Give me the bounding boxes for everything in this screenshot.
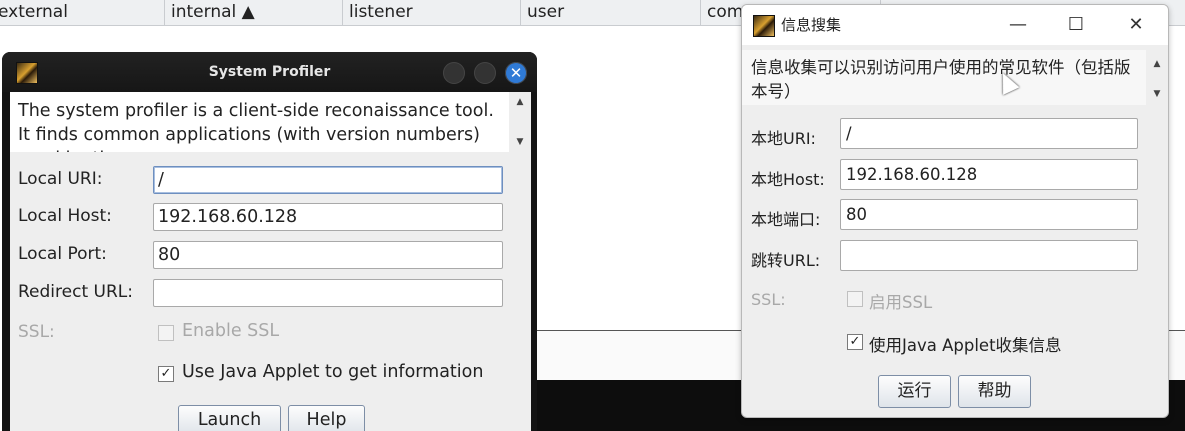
column-listener[interactable]: listener bbox=[343, 0, 521, 25]
cobalt-strike-icon bbox=[753, 15, 775, 37]
redirect-url-input-cn[interactable] bbox=[840, 240, 1138, 271]
description-scrollbar[interactable]: ▲ ▼ bbox=[509, 92, 531, 152]
column-external[interactable]: external bbox=[0, 0, 165, 25]
info-collect-dialog: 信息搜集 — ☐ ✕ 信息收集可以识别访问用户使用的常见软件（包括版本号） ▲ … bbox=[741, 4, 1169, 418]
description-text-cn: 信息收集可以识别访问用户使用的常见软件（包括版本号） bbox=[751, 58, 1131, 101]
local-host-input-cn[interactable]: 192.168.60.128 bbox=[840, 159, 1138, 190]
local-port-input[interactable]: 80 bbox=[153, 241, 503, 269]
scroll-down-icon[interactable]: ▼ bbox=[1146, 84, 1168, 104]
column-internal[interactable]: internal ▲ bbox=[165, 0, 343, 25]
scroll-up-icon[interactable]: ▲ bbox=[509, 92, 531, 112]
java-applet-checkbox[interactable]: ✓ bbox=[158, 366, 174, 382]
check-icon: ✓ bbox=[160, 366, 172, 381]
local-uri-input[interactable]: / bbox=[153, 166, 503, 194]
local-port-label: Local Port: bbox=[18, 244, 107, 264]
java-applet-label: Use Java Applet to get information bbox=[182, 362, 484, 382]
system-profiler-dialog: System Profiler ✕ The system profiler is… bbox=[2, 52, 537, 431]
dialog-titlebar-cn[interactable]: 信息搜集 — ☐ ✕ bbox=[742, 5, 1168, 45]
redirect-url-label: Redirect URL: bbox=[18, 282, 133, 302]
local-host-label: Local Host: bbox=[18, 206, 112, 226]
description-text: The system profiler is a client-side rec… bbox=[18, 101, 494, 152]
minimize-icon[interactable]: — bbox=[998, 5, 1038, 45]
ssl-label-cn: SSL: bbox=[751, 290, 786, 309]
enable-ssl-label: Enable SSL bbox=[182, 321, 280, 341]
local-uri-label-cn: 本地URI: bbox=[751, 129, 816, 148]
minimize-button[interactable] bbox=[443, 62, 465, 84]
dialog-titlebar[interactable]: System Profiler ✕ bbox=[2, 52, 537, 92]
close-icon[interactable]: ✕ bbox=[1116, 5, 1156, 45]
dialog-title-cn: 信息搜集 bbox=[781, 16, 842, 34]
close-button[interactable]: ✕ bbox=[505, 62, 527, 84]
help-button[interactable]: Help bbox=[288, 405, 365, 431]
scroll-up-icon[interactable]: ▲ bbox=[1146, 54, 1168, 74]
redirect-url-label-cn: 跳转URL: bbox=[751, 251, 821, 270]
description-scrollbar-cn[interactable]: ▲ ▼ bbox=[1146, 50, 1168, 105]
enable-ssl-checkbox[interactable] bbox=[158, 325, 174, 341]
description-text-area-cn[interactable]: 信息收集可以识别访问用户使用的常见软件（包括版本号） bbox=[742, 50, 1168, 105]
java-applet-label-cn: 使用Java Applet收集信息 bbox=[869, 336, 1062, 355]
redirect-url-input[interactable] bbox=[153, 279, 503, 307]
column-user[interactable]: user bbox=[521, 0, 701, 25]
run-button[interactable]: 运行 bbox=[878, 375, 951, 408]
local-port-input-cn[interactable]: 80 bbox=[840, 199, 1138, 230]
enable-ssl-label-cn: 启用SSL bbox=[869, 293, 933, 312]
local-host-label-cn: 本地Host: bbox=[751, 170, 825, 189]
check-icon: ✓ bbox=[849, 334, 861, 349]
java-applet-checkbox-cn[interactable]: ✓ bbox=[847, 334, 863, 350]
scroll-down-icon[interactable]: ▼ bbox=[509, 132, 531, 152]
enable-ssl-checkbox-cn[interactable] bbox=[847, 291, 863, 307]
maximize-icon[interactable]: ☐ bbox=[1056, 5, 1096, 45]
local-host-input[interactable]: 192.168.60.128 bbox=[153, 203, 503, 231]
launch-button[interactable]: Launch bbox=[178, 405, 281, 431]
ssl-label: SSL: bbox=[18, 322, 55, 342]
maximize-button[interactable] bbox=[474, 62, 496, 84]
help-button-cn[interactable]: 帮助 bbox=[958, 375, 1031, 408]
description-text-area[interactable]: The system profiler is a client-side rec… bbox=[10, 92, 531, 152]
local-uri-label: Local URI: bbox=[18, 169, 103, 189]
local-uri-input-cn[interactable]: / bbox=[840, 118, 1138, 149]
local-port-label-cn: 本地端口: bbox=[751, 210, 821, 229]
close-icon: ✕ bbox=[509, 64, 523, 82]
dialog-body: The system profiler is a client-side rec… bbox=[10, 92, 531, 431]
